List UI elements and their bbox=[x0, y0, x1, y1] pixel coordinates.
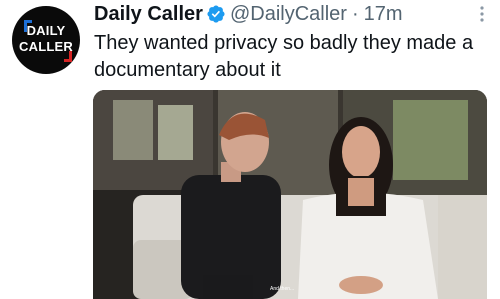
more-options-dots bbox=[480, 6, 484, 22]
more-options-icon[interactable] bbox=[472, 4, 492, 24]
tweet-timestamp[interactable]: 17m bbox=[364, 3, 403, 26]
avatar-logo-line1: DAILY bbox=[26, 23, 66, 38]
tweet[interactable]: DAILY CALLER Daily Caller @DailyCaller ·… bbox=[0, 0, 500, 299]
avatar[interactable]: DAILY CALLER bbox=[12, 6, 80, 74]
video-caption: And then... bbox=[270, 286, 295, 292]
tweet-text: They wanted privacy so badly they made a… bbox=[94, 32, 474, 81]
tweet-media-image[interactable] bbox=[93, 90, 487, 299]
logo-bracket-red bbox=[64, 51, 72, 62]
tweet-header: Daily Caller @DailyCaller · 17m bbox=[94, 1, 403, 27]
separator-dot: · bbox=[351, 2, 359, 25]
author-handle[interactable]: @DailyCaller bbox=[230, 3, 347, 26]
author-name[interactable]: Daily Caller bbox=[94, 3, 203, 26]
media-scene bbox=[93, 90, 487, 299]
verified-badge-icon bbox=[207, 5, 225, 23]
